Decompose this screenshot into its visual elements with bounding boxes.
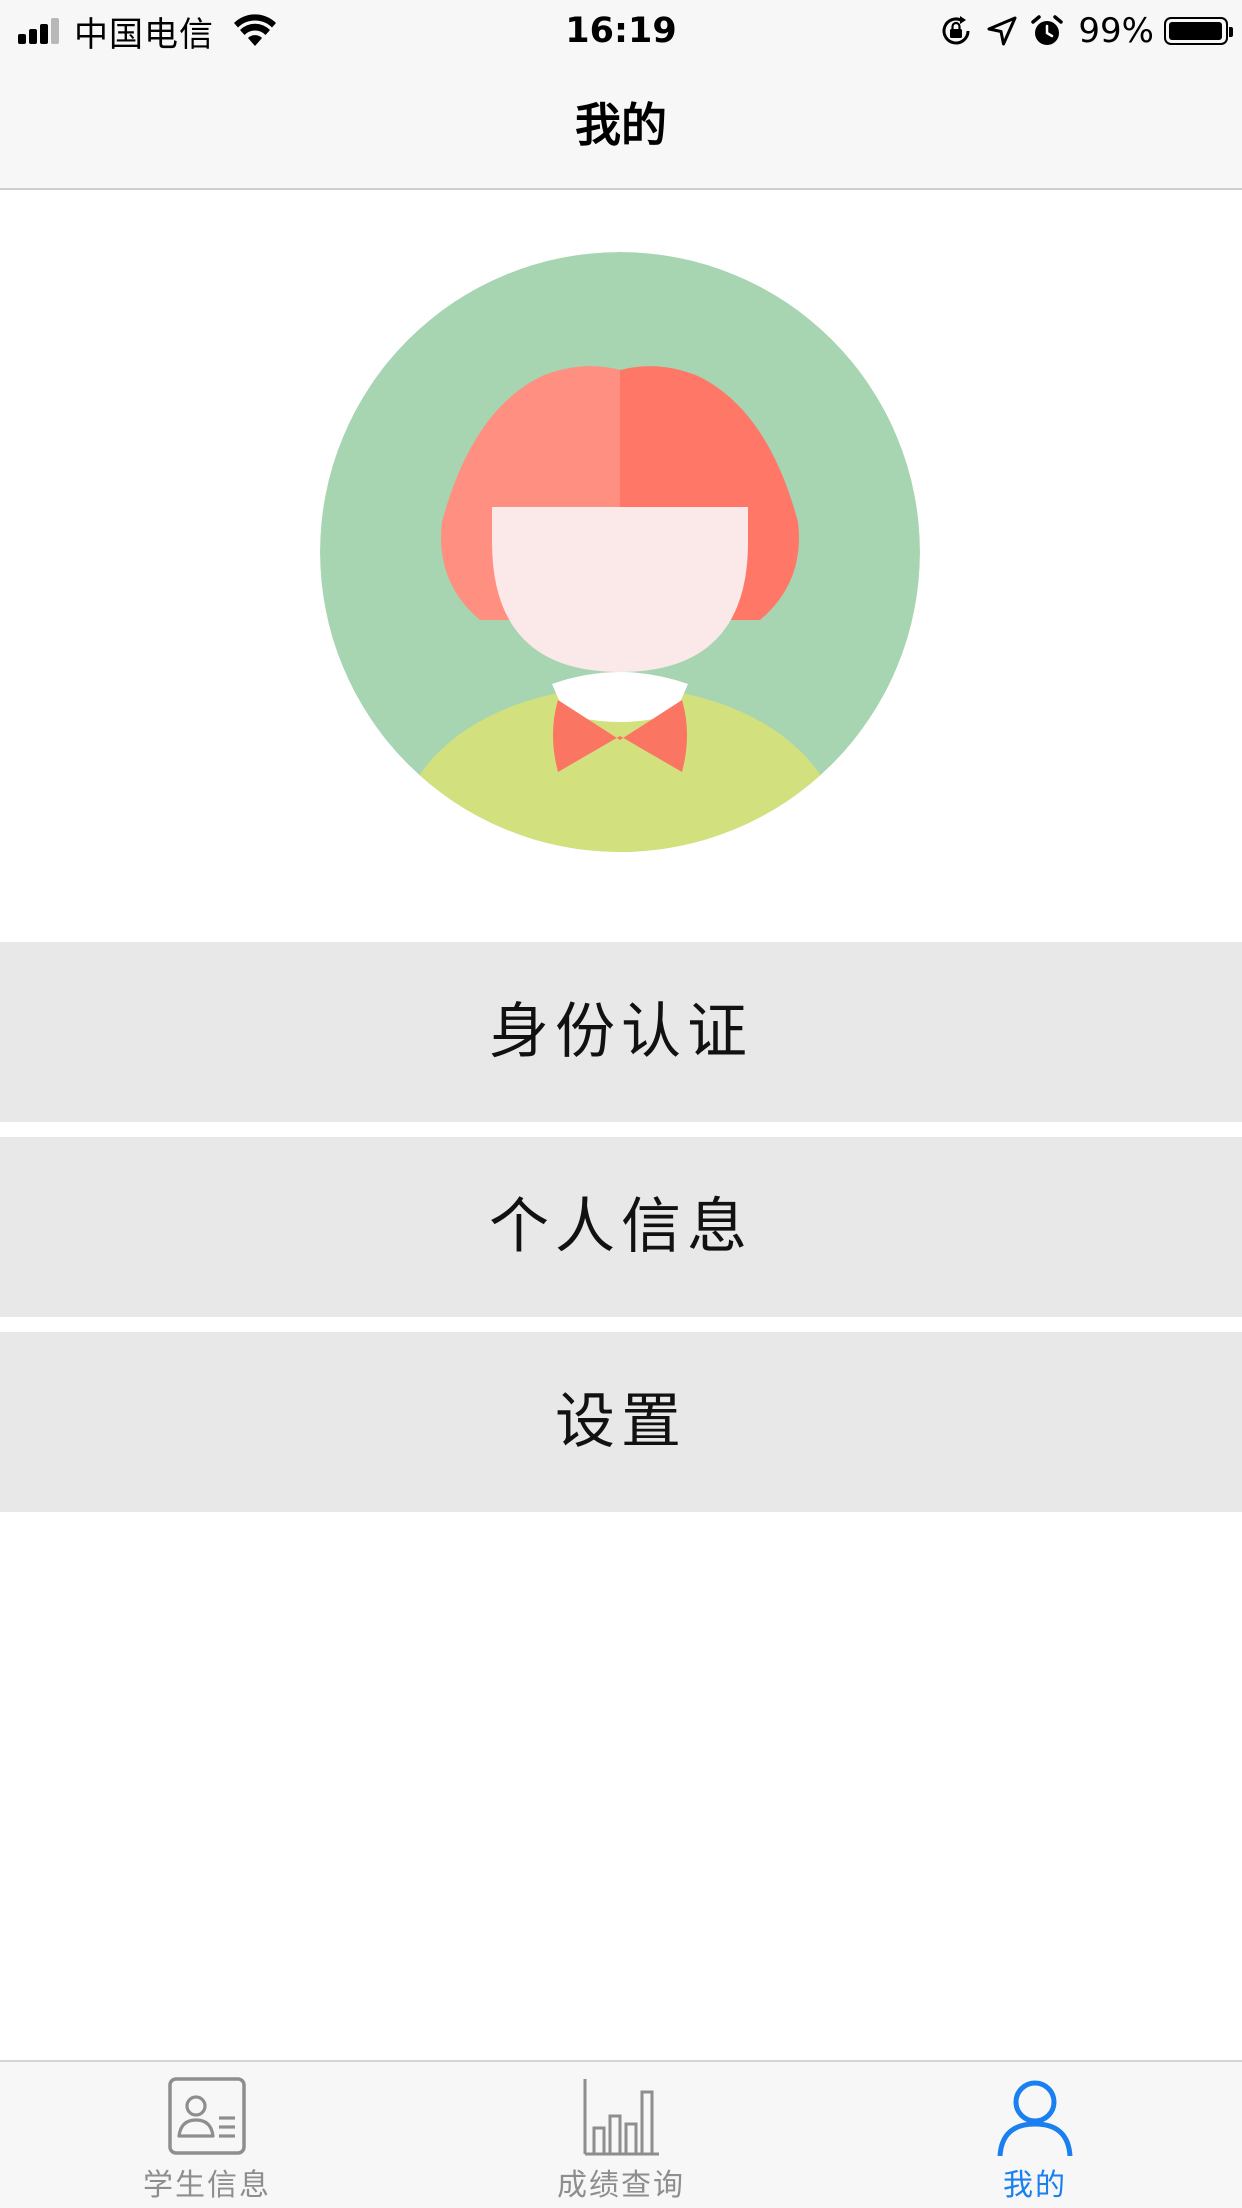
menu-item-settings[interactable]: 设置 <box>0 1332 1242 1512</box>
menu-item-personal-info[interactable]: 个人信息 <box>0 1137 1242 1317</box>
tab-label: 我的 <box>1003 2168 1067 2203</box>
tab-label: 成绩查询 <box>557 2168 685 2203</box>
screen: 中国电信 16:19 99% 我的 身份认证 个人信息 设置 学生信息 成绩查询… <box>0 0 1242 2208</box>
status-bar: 中国电信 16:19 99% <box>0 0 1242 62</box>
tab-bar: 学生信息 成绩查询 我的 <box>0 2060 1242 2208</box>
menu-item-label: 身份认证 <box>489 997 753 1067</box>
tab-student-info[interactable]: 学生信息 <box>0 2062 414 2208</box>
girl-avatar-icon[interactable] <box>320 252 920 852</box>
tab-grade-query[interactable]: 成绩查询 <box>414 2062 828 2208</box>
battery-icon <box>1164 17 1233 45</box>
battery-percentage: 99% <box>1078 11 1154 51</box>
menu-item-label: 个人信息 <box>489 1192 753 1262</box>
location-icon <box>987 16 1017 46</box>
id-card-icon <box>168 2077 246 2155</box>
rotation-lock-icon <box>942 16 970 45</box>
alarm-icon <box>1031 15 1064 45</box>
person-icon <box>997 2080 1073 2156</box>
bar-chart-icon <box>583 2079 659 2156</box>
page-title: 我的 <box>575 98 667 152</box>
status-right: 99% <box>926 8 1233 54</box>
navigation-bar: 我的 <box>0 62 1242 190</box>
menu-item-label: 设置 <box>555 1387 687 1457</box>
tab-label: 学生信息 <box>143 2168 271 2203</box>
tab-mine[interactable]: 我的 <box>828 2062 1242 2208</box>
menu-item-identity-verification[interactable]: 身份认证 <box>0 942 1242 1122</box>
